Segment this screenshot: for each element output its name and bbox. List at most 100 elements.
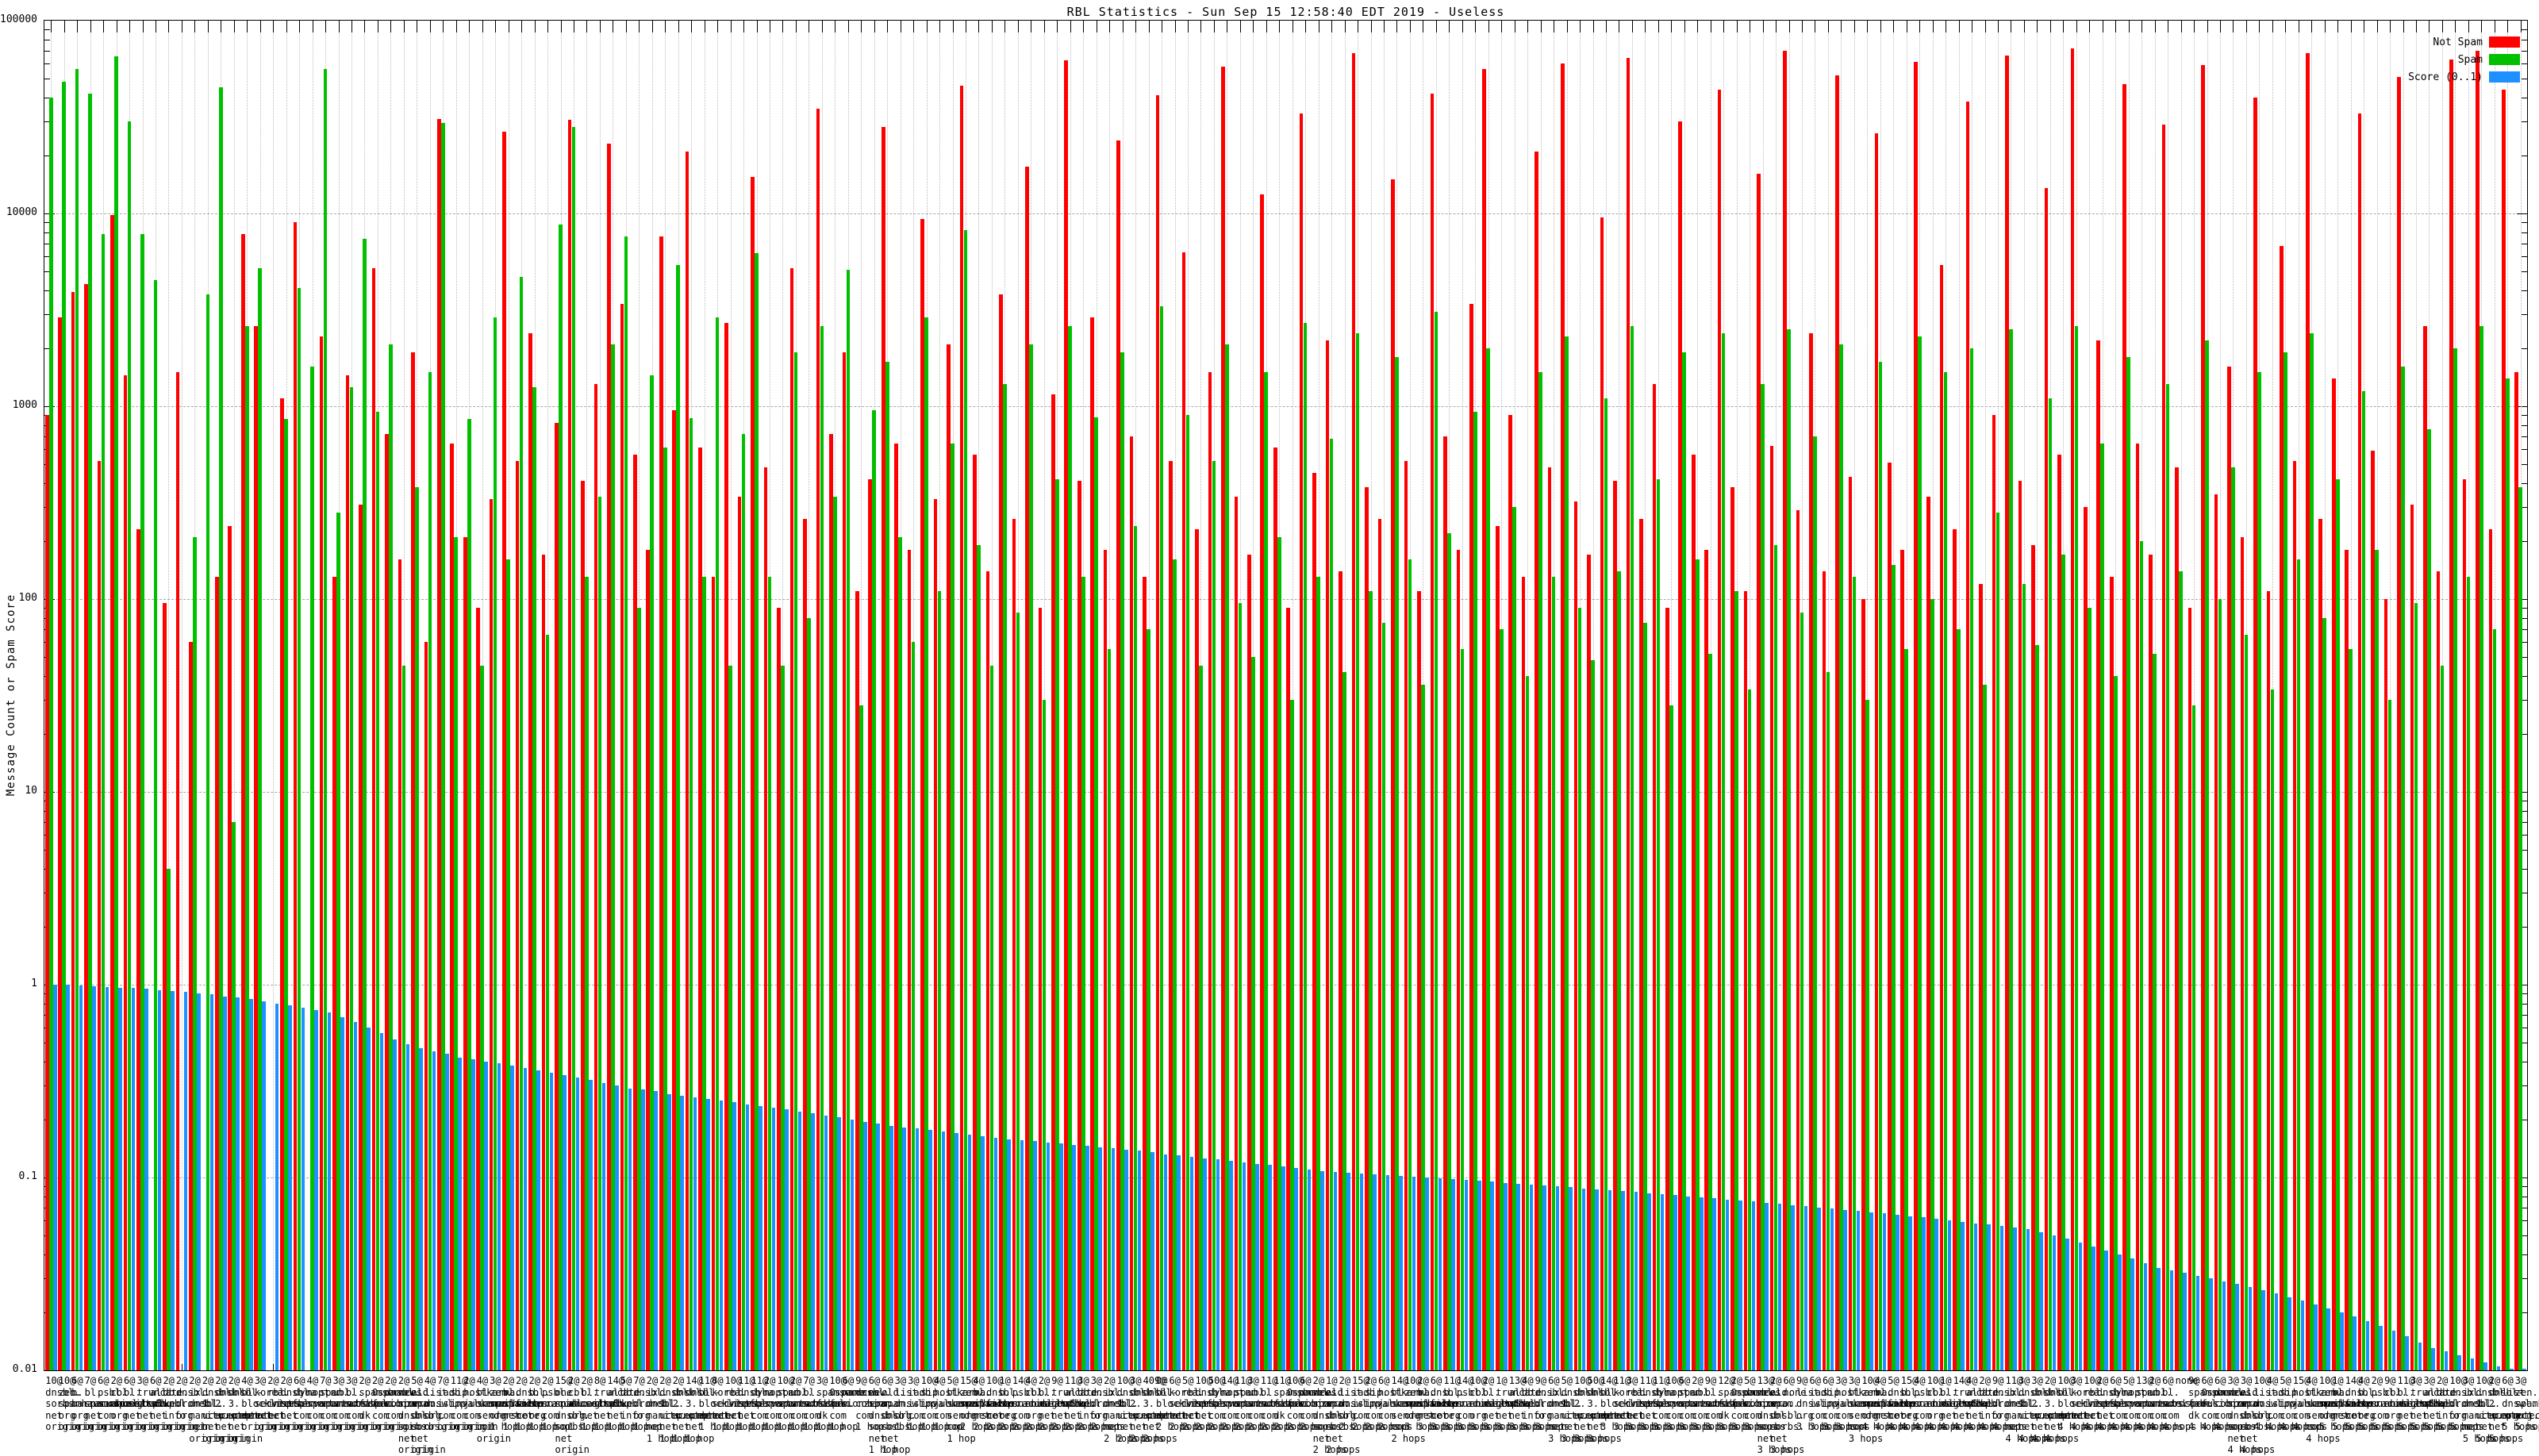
bar-score	[693, 1097, 697, 1370]
bar-score	[602, 1083, 606, 1370]
bar-spam	[284, 419, 288, 1370]
bar-not-spam	[1849, 477, 1853, 1370]
y-minor-tick	[2522, 483, 2527, 484]
bar-not-spam	[1900, 550, 1904, 1370]
bar-not-spam	[2306, 53, 2310, 1370]
x-top-tick	[1658, 21, 1659, 33]
bar-score	[2457, 1355, 2461, 1370]
x-top-tick	[1723, 21, 1724, 33]
bar-score	[484, 1062, 488, 1370]
bar-spam	[245, 326, 249, 1370]
chart-title: RBL Statistics - Sun Sep 15 12:58:40 EDT…	[44, 5, 2528, 19]
x-tick-label: 3@ bl. nordspam. com origin	[346, 1375, 357, 1433]
bar-not-spam	[2514, 372, 2518, 1370]
bar-spam	[1578, 608, 1582, 1370]
bar-score	[1177, 1155, 1181, 1370]
bar-not-spam	[1823, 571, 1826, 1371]
x-tick-label: 5@ dnsbl. sorbs. net 4 hops	[1888, 1375, 1899, 1433]
x-top-tick	[1175, 21, 1176, 33]
bar-score	[2392, 1331, 2396, 1370]
bar-score	[2326, 1308, 2330, 1370]
bar-not-spam	[424, 642, 428, 1370]
x-tick-label: 6@ none	[843, 1375, 854, 1398]
bar-spam	[1996, 513, 2000, 1370]
bar-score	[524, 1068, 528, 1370]
bar-spam	[1382, 623, 1386, 1370]
bar-score	[445, 1054, 449, 1370]
bar-spam	[1657, 479, 1661, 1370]
bar-score	[171, 991, 175, 1370]
x-top-tick	[2481, 21, 2482, 33]
bar-spam	[611, 344, 615, 1370]
x-tick-label: 6@ none	[1784, 1375, 1795, 1398]
x-top-tick	[913, 21, 914, 33]
bar-score	[1843, 1210, 1847, 1370]
bar-spam	[1330, 439, 1334, 1370]
bar-score	[1778, 1204, 1782, 1370]
bar-score	[2118, 1254, 2122, 1370]
x-top-tick	[796, 21, 797, 33]
bar-score	[197, 993, 201, 1370]
y-minor-tick	[2522, 256, 2527, 257]
x-tick-label: 2@ bl. mailspike. net 3 hops	[1483, 1375, 1494, 1433]
bar-spam	[336, 513, 340, 1370]
x-tick-label: 3@ truncate. gbudb. net origin	[137, 1375, 148, 1433]
x-top-tick	[1606, 21, 1607, 33]
x-tick-label: 11@ all. s5h. net 2 hops	[1065, 1375, 1076, 1433]
bar-spam	[193, 537, 197, 1370]
x-tick-label: 3@ zen. spamhaus. org 5 hops	[2515, 1375, 2526, 1433]
x-tick-label: 15@ b. barracudacentral. org 4 hops	[1901, 1375, 1912, 1433]
x-top-tick	[586, 21, 587, 33]
bar-score	[1530, 1185, 1534, 1370]
bar-spam	[2075, 326, 2079, 1370]
y-minor-tick	[2522, 222, 2527, 223]
bar-spam	[1212, 461, 1216, 1370]
bar-spam	[1879, 362, 1883, 1370]
bar-not-spam	[1966, 102, 1970, 1370]
bar-spam	[140, 234, 144, 1370]
x-top-tick	[978, 21, 979, 33]
x-tick-label: 3@ iadb. isipp. com 1 hop	[908, 1375, 919, 1433]
bar-spam	[663, 448, 667, 1370]
x-tick-label: 2@ ubl. unsubscore. com 1 hop	[790, 1375, 801, 1433]
bar-spam	[2506, 378, 2510, 1371]
x-tick-label: 10@ rbl. interserver. net 1 hop	[725, 1375, 736, 1433]
bar-score	[393, 1039, 397, 1370]
bar-score	[275, 1004, 279, 1370]
bar-score	[1334, 1172, 1338, 1370]
bar-not-spam	[1326, 340, 1330, 1370]
bar-not-spam	[2293, 461, 2297, 1370]
x-top-tick	[521, 21, 522, 33]
bar-not-spam	[110, 215, 114, 1370]
x-tick-label: 6@ spam. spamrats. com 3 hops	[1679, 1375, 1690, 1433]
bar-spam	[859, 705, 863, 1370]
y-minor-tick	[2522, 1278, 2527, 1279]
x-top-tick	[927, 21, 928, 33]
bar-spam	[951, 444, 955, 1370]
y-major-tick	[2517, 213, 2527, 214]
bar-not-spam	[2241, 537, 2245, 1370]
bar-spam	[2284, 352, 2287, 1370]
x-top-tick	[2076, 21, 2077, 33]
x-top-tick	[443, 21, 444, 33]
x-tick-label: 6@ all. s5h. net origin	[150, 1375, 161, 1433]
bar-not-spam	[2410, 505, 2414, 1370]
bar-not-spam	[228, 526, 232, 1370]
bar-not-spam	[2371, 451, 2375, 1370]
bar-spam	[2518, 487, 2522, 1370]
x-tick-label: 4@ bl. spamcop. net 4 hops	[1875, 1375, 1886, 1433]
bar-score	[288, 1005, 292, 1370]
x-tick-label: 8@ korea. services. net 1 hop	[712, 1375, 723, 1433]
bar-spam	[2310, 333, 2314, 1370]
bar-score	[1804, 1206, 1808, 1370]
bar-spam	[1970, 348, 1974, 1370]
bar-score	[2261, 1290, 2265, 1370]
bar-spam	[924, 317, 928, 1370]
x-tick-label: 6@ bl. nordspam. com 4 hops	[2162, 1375, 2173, 1433]
bar-score	[994, 1138, 998, 1370]
bar-not-spam	[1613, 481, 1617, 1370]
bar-spam	[480, 666, 484, 1370]
x-tick-label: 8@ truncate. gbudb. net 1 hop	[594, 1375, 605, 1433]
y-minor-tick	[2522, 700, 2527, 701]
x-tick-label: 2@ bl. spamcop. net 3 hops	[1417, 1375, 1428, 1433]
